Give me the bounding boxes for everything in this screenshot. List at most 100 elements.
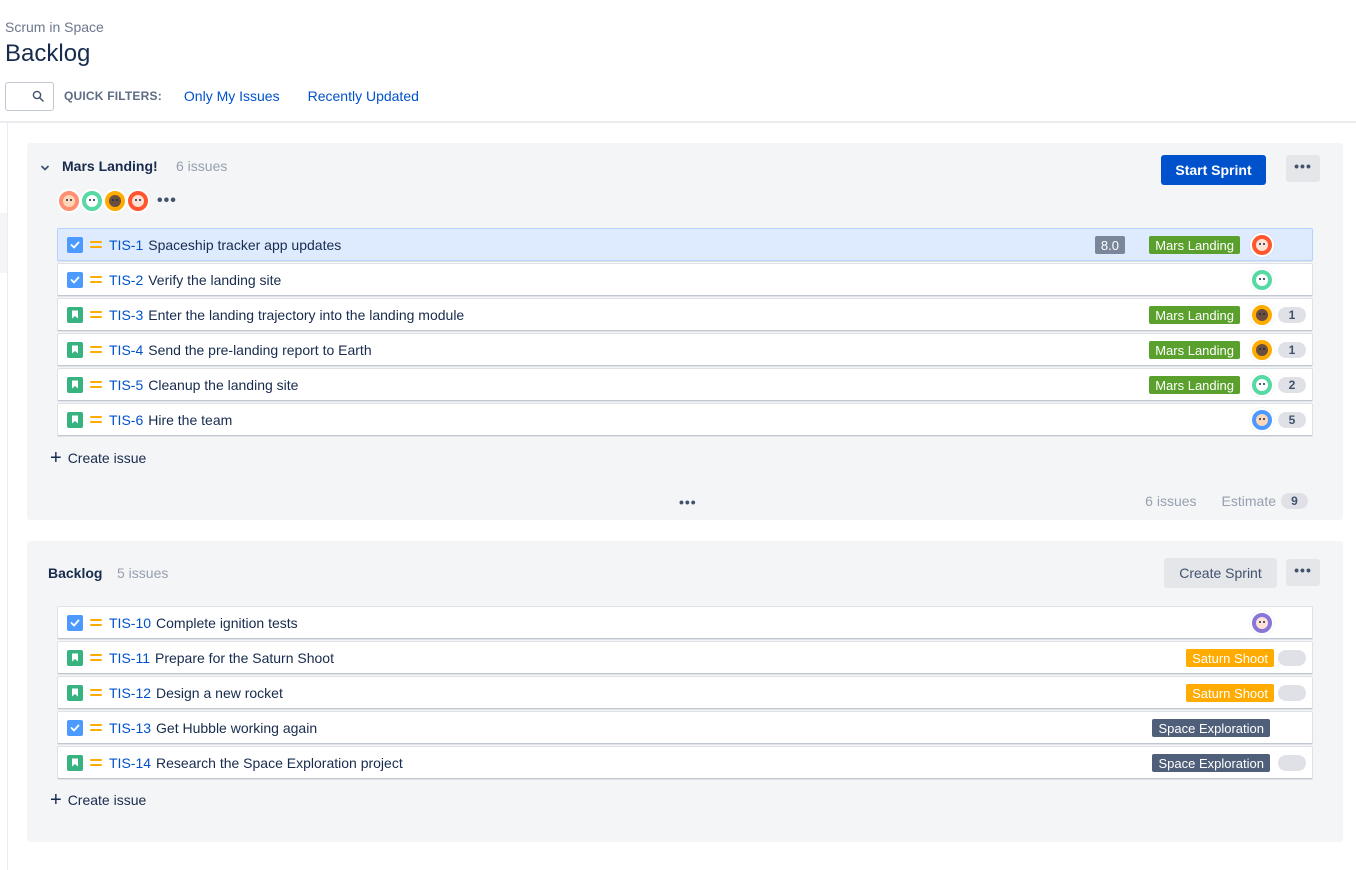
issue-row[interactable]: TIS-6 Hire the team 5 [57,403,1313,436]
assignee-avatar[interactable] [1250,268,1274,292]
issue-summary: Research the Space Exploration project [156,754,403,771]
create-issue-label: Create issue [67,450,147,466]
page-title: Backlog [5,40,91,67]
backlog-more-button[interactable]: ••• [1286,559,1320,586]
story-points-badge: 2 [1278,377,1306,393]
issue-summary: Complete ignition tests [156,614,298,631]
task-icon [67,271,83,288]
task-icon [67,719,83,736]
story-points-badge [1278,685,1306,701]
issue-key[interactable]: TIS-13 [109,720,151,736]
issue-row[interactable]: TIS-14 Research the Space Exploration pr… [57,746,1313,779]
assignee-avatar[interactable] [1250,303,1274,327]
epic-label[interactable]: Space Exploration [1152,754,1270,772]
story-icon [67,376,83,393]
issue-key[interactable]: TIS-1 [109,237,143,253]
create-issue-label: Create issue [67,792,147,808]
issue-summary: Prepare for the Saturn Shoot [154,649,334,666]
issue-meta: 5 [1052,404,1312,435]
sprint-issue-count: 6 issues [176,158,228,174]
quick-filter-only-my-issues[interactable]: Only My Issues [184,88,280,104]
issue-key[interactable]: TIS-4 [109,342,143,358]
estimate-label: Estimate [1221,493,1276,509]
epic-label[interactable]: Mars Landing [1149,306,1240,324]
backlog-issue-list: TIS-10 Complete ignition tests TIS-11 Pr… [57,606,1313,781]
sprint-panel: Mars Landing! 6 issues ••• Start Sprint … [27,143,1343,520]
plus-icon: + [50,789,62,811]
issue-row[interactable]: TIS-12 Design a new rocket Saturn Shoot [57,676,1313,709]
issue-key[interactable]: TIS-3 [109,307,143,323]
issue-summary: Cleanup the landing site [148,376,299,393]
issue-row[interactable]: TIS-4 Send the pre-landing report to Ear… [57,333,1313,366]
priority-medium-icon [90,619,102,626]
issue-meta: Mars Landing 2 [1052,369,1312,400]
priority-medium-icon [90,724,102,731]
avatar[interactable] [80,189,104,213]
issue-meta: 8.0 Mars Landing [1052,229,1312,260]
assignee-avatar[interactable] [1250,338,1274,362]
issue-meta: Space Exploration [1052,747,1312,778]
estimate-total-badge: 9 [1281,493,1308,509]
epic-label[interactable]: Space Exploration [1152,719,1270,737]
epic-label[interactable]: Saturn Shoot [1186,684,1274,702]
issue-meta [1052,264,1312,295]
issue-key[interactable]: TIS-11 [109,650,150,666]
issue-row[interactable]: TIS-13 Get Hubble working again Space Ex… [57,711,1313,744]
issue-row[interactable]: TIS-3 Enter the landing trajectory into … [57,298,1313,331]
estimate-chip: 8.0 [1094,236,1125,254]
issue-meta: Space Exploration [1052,712,1312,743]
priority-medium-icon [90,241,102,248]
backlog-issue-count: 5 issues [117,565,169,581]
divider [0,121,1356,123]
issue-key[interactable]: TIS-6 [109,412,143,428]
issue-row[interactable]: TIS-11 Prepare for the Saturn Shoot Satu… [57,641,1313,674]
issue-key[interactable]: TIS-5 [109,377,143,393]
avatar[interactable] [57,189,81,213]
issue-key[interactable]: TIS-2 [109,272,143,288]
start-sprint-button[interactable]: Start Sprint [1161,155,1266,185]
search-input[interactable] [5,81,54,111]
epic-label[interactable]: Saturn Shoot [1186,649,1274,667]
issue-key[interactable]: TIS-10 [109,615,151,631]
sprint-name[interactable]: Mars Landing! [62,158,158,174]
story-points-badge: 5 [1278,412,1306,428]
backlog-panel: Backlog 5 issues Create Sprint ••• TIS-1… [27,541,1343,842]
quick-filters-label: QUICK FILTERS: [64,89,162,103]
more-avatars-icon[interactable]: ••• [157,193,177,209]
sprint-avatars: ••• [57,189,177,213]
assignee-avatar[interactable] [1250,233,1274,257]
issue-summary: Hire the team [148,411,233,428]
create-issue-button[interactable]: + Create issue [50,789,147,811]
breadcrumb[interactable]: Scrum in Space [5,19,104,35]
assignee-avatar[interactable] [1250,408,1274,432]
issue-row[interactable]: TIS-2 Verify the landing site [57,263,1313,296]
create-sprint-button[interactable]: Create Sprint [1164,558,1277,588]
priority-medium-icon [90,689,102,696]
issue-row[interactable]: TIS-10 Complete ignition tests [57,606,1313,639]
assignee-avatar[interactable] [1250,611,1274,635]
more-icon[interactable]: ••• [679,495,697,509]
create-issue-button[interactable]: + Create issue [50,448,147,468]
quick-filter-recently-updated[interactable]: Recently Updated [308,88,419,104]
story-icon [67,411,83,428]
story-points-badge [1278,650,1306,666]
sprint-more-button[interactable]: ••• [1286,155,1320,182]
more-icon: ••• [1294,561,1312,578]
avatar[interactable] [103,189,127,213]
priority-medium-icon [90,346,102,353]
issue-key[interactable]: TIS-14 [109,755,151,771]
task-icon [67,614,83,631]
chevron-down-icon[interactable] [39,162,51,174]
issue-row[interactable]: TIS-1 Spaceship tracker app updates 8.0 … [57,228,1313,261]
avatar[interactable] [126,189,150,213]
epic-label[interactable]: Mars Landing [1149,236,1240,254]
assignee-avatar[interactable] [1250,373,1274,397]
priority-medium-icon [90,381,102,388]
issue-key[interactable]: TIS-12 [109,685,151,701]
story-points-badge: 1 [1278,342,1306,358]
story-points-badge [1278,755,1306,771]
epic-label[interactable]: Mars Landing [1149,341,1240,359]
priority-medium-icon [90,759,102,766]
issue-row[interactable]: TIS-5 Cleanup the landing site Mars Land… [57,368,1313,401]
epic-label[interactable]: Mars Landing [1149,376,1240,394]
